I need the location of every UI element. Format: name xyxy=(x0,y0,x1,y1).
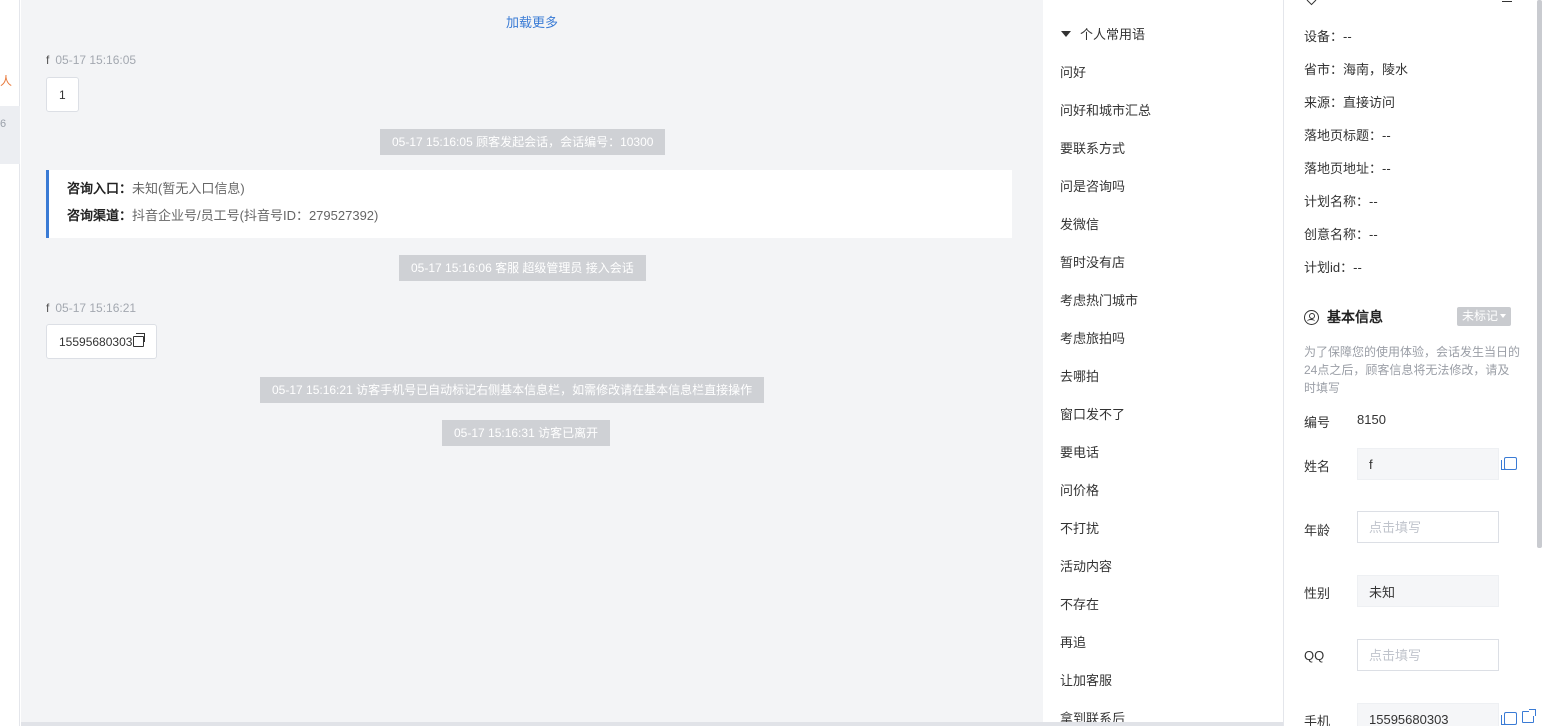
copy-icon[interactable] xyxy=(1501,457,1517,470)
visit-info-value: -- xyxy=(1343,29,1352,44)
mark-dropdown[interactable]: 未标记 xyxy=(1457,307,1512,326)
visit-info-row: 计划id：-- xyxy=(1304,257,1362,276)
message-text: 1 xyxy=(59,88,66,102)
system-message: 05-17 15:16:21 访客手机号已自动标记右侧基本信息栏，如需修改请在基… xyxy=(260,377,765,403)
id-value: 8150 xyxy=(1357,412,1386,427)
visit-info-value: -- xyxy=(1369,194,1378,209)
message-bubble[interactable]: 15595680303 xyxy=(46,324,158,359)
visit-info-value: -- xyxy=(1353,260,1362,275)
phrase-item[interactable]: 让加客服 xyxy=(1060,670,1112,689)
visit-info-label: 创意名称： xyxy=(1304,227,1370,242)
phrase-item[interactable]: 问是咨询吗 xyxy=(1060,176,1125,195)
phone-field[interactable] xyxy=(1357,703,1499,726)
phrase-item[interactable]: 不打扰 xyxy=(1060,518,1099,537)
phrase-item[interactable]: 发微信 xyxy=(1060,214,1099,233)
phrase-item[interactable]: 要联系方式 xyxy=(1060,138,1125,157)
chat-area: 加载更多 f 05-17 15:16:05 1 05-17 15:16:05 顾客… xyxy=(21,0,1043,722)
visit-info-label: 落地页地址： xyxy=(1304,161,1383,176)
visit-info-row: 来源：直接访问 xyxy=(1304,92,1395,111)
external-link-icon[interactable] xyxy=(1522,709,1536,723)
message-sender: f xyxy=(46,301,50,315)
name-field[interactable] xyxy=(1357,448,1499,480)
phrases-group-toggle[interactable]: 个人常用语 xyxy=(1061,24,1145,43)
visit-info-row: 省市：海南，陵水 xyxy=(1304,59,1408,78)
collapse-icon[interactable] xyxy=(1502,0,1512,2)
visit-info-label: 来源： xyxy=(1304,95,1344,110)
phrase-item[interactable]: 要电话 xyxy=(1060,442,1099,461)
phrase-item[interactable]: 再追 xyxy=(1060,632,1086,651)
basic-info-title-text: 基本信息 xyxy=(1327,309,1383,325)
qq-field[interactable] xyxy=(1357,639,1499,671)
phrase-item[interactable]: 不存在 xyxy=(1060,594,1099,613)
phrase-item[interactable]: 问好和城市汇总 xyxy=(1060,100,1151,119)
phrase-item[interactable]: 考虑热门城市 xyxy=(1060,290,1138,309)
conversation-list-edge: 人 6 xyxy=(0,0,20,726)
scrollbar-thumb[interactable] xyxy=(1537,0,1542,548)
name-label: 姓名 xyxy=(1304,459,1331,474)
visit-info-row: 计划名称：-- xyxy=(1304,191,1378,210)
basic-info-title: 基本信息 xyxy=(1304,307,1383,327)
copy-icon[interactable] xyxy=(1501,712,1517,725)
load-more-link[interactable]: 加载更多 xyxy=(21,12,1043,31)
visit-info-row: 创意名称：-- xyxy=(1304,224,1378,243)
system-message: 05-17 15:16:31 访客已离开 xyxy=(442,420,611,446)
copy-icon[interactable] xyxy=(133,333,146,347)
age-label: 年龄 xyxy=(1304,523,1331,538)
mark-dropdown-label: 未标记 xyxy=(1462,309,1499,323)
caret-down-icon xyxy=(1500,314,1507,318)
phrase-item[interactable]: 问好 xyxy=(1060,62,1086,81)
chat-input-edge xyxy=(21,722,1283,726)
qq-label: QQ xyxy=(1304,648,1325,663)
phrase-item[interactable]: 活动内容 xyxy=(1060,556,1112,575)
phone-label: 手机 xyxy=(1304,714,1331,726)
message-meta: f 05-17 15:16:21 xyxy=(46,301,136,315)
phrase-item[interactable]: 问价格 xyxy=(1060,480,1099,499)
customer-info-panel: 设备：-- 省市：海南，陵水 来源：直接访问 落地页标题：-- 落地页地址：-- 计划名称… xyxy=(1284,0,1536,726)
message-time: 05-17 15:16:05 xyxy=(55,53,137,67)
message-meta: f 05-17 15:16:05 xyxy=(46,53,136,67)
phrase-item[interactable]: 去哪拍 xyxy=(1060,366,1099,385)
visit-info-row: 落地页地址：-- xyxy=(1304,158,1391,177)
visit-info-label: 计划名称： xyxy=(1304,194,1370,209)
message-time: 05-17 15:16:21 xyxy=(55,301,137,315)
gender-field[interactable] xyxy=(1357,575,1499,607)
phrase-item[interactable]: 暂时没有店 xyxy=(1060,252,1125,271)
visit-info-label: 计划id： xyxy=(1304,260,1354,275)
visit-info-row: 落地页标题：-- xyxy=(1304,125,1391,144)
visit-info-row: 设备：-- xyxy=(1304,26,1352,45)
system-message: 05-17 15:16:06 客服 超级管理员 接入会话 xyxy=(399,255,646,281)
visit-info-label: 设备： xyxy=(1304,29,1344,44)
id-label: 编号 xyxy=(1304,415,1331,430)
phrase-item[interactable]: 窗口发不了 xyxy=(1060,404,1125,423)
age-field[interactable] xyxy=(1357,511,1499,543)
visit-info-value: 直接访问 xyxy=(1343,95,1396,110)
channel-value: 抖音企业号/员工号(抖音号ID：279527392) xyxy=(132,208,379,223)
phrase-item[interactable]: 考虑旅拍吗 xyxy=(1060,328,1125,347)
message-text: 15595680303 xyxy=(59,335,133,349)
phrase-item[interactable]: 拿到联系后 xyxy=(1060,708,1125,722)
caret-down-icon xyxy=(1061,31,1071,37)
list-edge-char: 人 xyxy=(0,74,13,88)
consult-entry-card: 咨询入口：未知(暂无入口信息) 咨询渠道：抖音企业号/员工号(抖音号ID：279… xyxy=(46,170,1012,238)
message-bubble[interactable]: 1 xyxy=(46,77,79,112)
visit-info-value: -- xyxy=(1382,161,1391,176)
system-message: 05-17 15:16:05 顾客发起会话，会话编号：10300 xyxy=(380,129,666,155)
visit-info-value: -- xyxy=(1382,128,1391,143)
visit-info-value: -- xyxy=(1369,227,1378,242)
entry-label: 咨询入口： xyxy=(67,181,133,196)
channel-label: 咨询渠道： xyxy=(67,208,133,223)
gender-label: 性别 xyxy=(1304,586,1331,601)
message-sender: f xyxy=(46,53,50,67)
selected-conversation-edge[interactable] xyxy=(0,106,20,164)
phrases-group-title: 个人常用语 xyxy=(1080,27,1146,42)
entry-value: 未知(暂无入口信息) xyxy=(132,181,245,196)
edit-notice: 为了保障您的使用体验，会话发生当日的24点之后，顾客信息将无法修改，请及时填写 xyxy=(1304,345,1521,395)
visit-info-label: 省市： xyxy=(1304,62,1344,77)
location-icon xyxy=(1303,0,1320,6)
visit-info-value: 海南，陵水 xyxy=(1343,62,1409,77)
common-phrases-panel: 个人常用语 问好问好和城市汇总 要联系方式问是咨询吗发微信暂时没有店考虑热门城市考… xyxy=(1043,0,1283,722)
user-icon xyxy=(1304,310,1319,325)
visit-info-label: 落地页标题： xyxy=(1304,128,1383,143)
list-edge-number: 6 xyxy=(0,118,7,130)
